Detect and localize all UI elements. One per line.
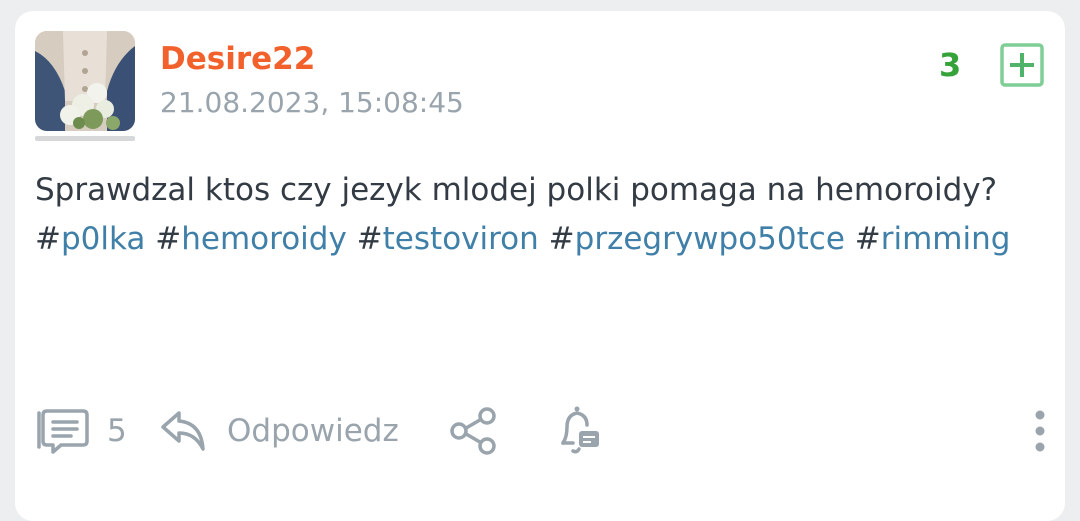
share-icon [450,407,496,455]
vote-count: 3 [939,46,962,84]
more-vertical-icon [1035,410,1045,452]
tag-link: p0lka [60,221,146,257]
post-actions: 5 Odpowiedz [35,406,1045,456]
tag[interactable]: #p0lka [35,221,145,257]
tag[interactable]: #rimming [855,221,1011,257]
author-name[interactable]: Desire22 [160,41,315,77]
comments-button[interactable]: 5 [35,406,127,456]
tag[interactable]: #przegrywpo50tce [549,221,845,257]
tag-link: przegrywpo50tce [574,221,845,257]
reply-button[interactable]: Odpowiedz [159,406,399,456]
tag-link: rimming [880,221,1011,257]
avatar-image [35,31,135,131]
post-card: Desire22 21.08.2023, 15:08:45 3 Sprawdza… [15,11,1065,521]
notify-button[interactable] [549,406,605,456]
avatar-underline [35,136,135,141]
upvote-button[interactable] [1000,43,1044,87]
tag[interactable]: #testoviron [357,221,539,257]
more-options-button[interactable] [1030,406,1050,456]
tag-link: testoviron [382,221,539,257]
bell-icon [561,406,599,454]
post-timestamp[interactable]: 21.08.2023, 15:08:45 [160,86,464,119]
plus-square-icon [1000,43,1044,87]
tag-link: hemoroidy [181,221,347,257]
comments-icon [37,409,89,454]
post-content: Sprawdzal ktos czy jezyk mlodej polki po… [35,166,1035,264]
tag[interactable]: #hemoroidy [155,221,347,257]
avatar[interactable] [35,31,135,131]
reply-arrow-icon [161,411,205,451]
share-button[interactable] [445,406,501,456]
reply-label: Odpowiedz [227,413,399,449]
comments-count: 5 [107,413,127,449]
post-text: Sprawdzal ktos czy jezyk mlodej polki po… [35,172,998,208]
